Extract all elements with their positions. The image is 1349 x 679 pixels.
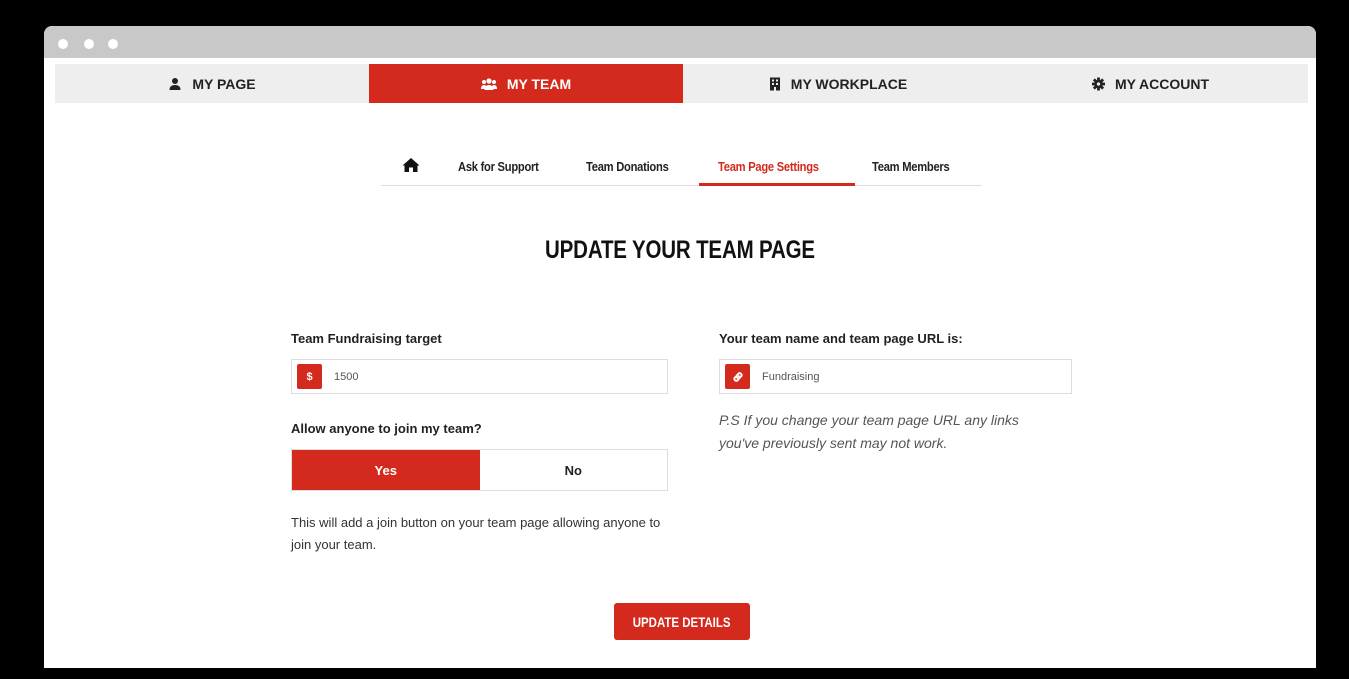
window-dot[interactable] [108,39,118,49]
tab-label: Team Page Settings [718,158,819,174]
home-icon[interactable] [402,156,420,174]
update-details-button[interactable]: UPDATE DETAILS [614,603,750,640]
nav-my-team[interactable]: MY TEAM [369,64,683,103]
user-icon [169,77,181,90]
join-team-toggle: Yes No [291,449,668,491]
active-tab-indicator [699,183,855,186]
window-dot[interactable] [58,39,68,49]
tab-team-members[interactable]: Team Members [872,146,950,186]
join-no-button[interactable]: No [480,450,668,490]
nav-my-workplace[interactable]: MY WORKPLACE [683,64,993,103]
browser-window: MY PAGE MY TEAM MY WORKPLACE MY ACCOUNT … [44,26,1316,668]
nav-my-page[interactable]: MY PAGE [55,64,369,103]
window-dot[interactable] [84,39,94,49]
dollar-icon: $ [297,364,322,389]
page-title: UPDATE YOUR TEAM PAGE [545,236,815,264]
update-details-label: UPDATE DETAILS [633,613,731,630]
fundraising-target-field: $ [291,359,668,394]
nav-my-account[interactable]: MY ACCOUNT [993,64,1308,103]
tab-team-page-settings[interactable]: Team Page Settings [718,146,819,186]
sub-nav: Ask for Support Team Donations Team Page… [381,146,982,186]
link-icon [725,364,750,389]
join-help-text: This will add a join button on your team… [291,515,661,552]
url-change-note: P.S If you change your team page URL any… [719,412,1019,451]
fundraising-target-label: Team Fundraising target [291,331,442,346]
main-nav: MY PAGE MY TEAM MY WORKPLACE MY ACCOUNT [55,64,1308,103]
tab-label: Team Donations [586,158,669,174]
nav-label: MY WORKPLACE [790,75,908,92]
gear-icon [1091,77,1105,90]
nav-label: MY TEAM [506,75,572,92]
users-icon [480,77,497,90]
tab-label: Team Members [872,158,950,174]
team-url-label: Your team name and team page URL is: [719,331,963,346]
join-yes-button[interactable]: Yes [292,450,480,490]
team-url-input[interactable] [762,362,1071,391]
nav-label: MY PAGE [192,75,256,92]
building-icon [769,77,780,90]
browser-titlebar [44,26,1316,58]
join-team-label: Allow anyone to join my team? [291,421,482,436]
fundraising-target-input[interactable] [334,362,667,391]
nav-label: MY ACCOUNT [1114,75,1210,92]
tab-ask-for-support[interactable]: Ask for Support [458,146,539,186]
tab-label: Ask for Support [458,158,539,174]
team-url-field [719,359,1072,394]
tab-team-donations[interactable]: Team Donations [586,146,669,186]
